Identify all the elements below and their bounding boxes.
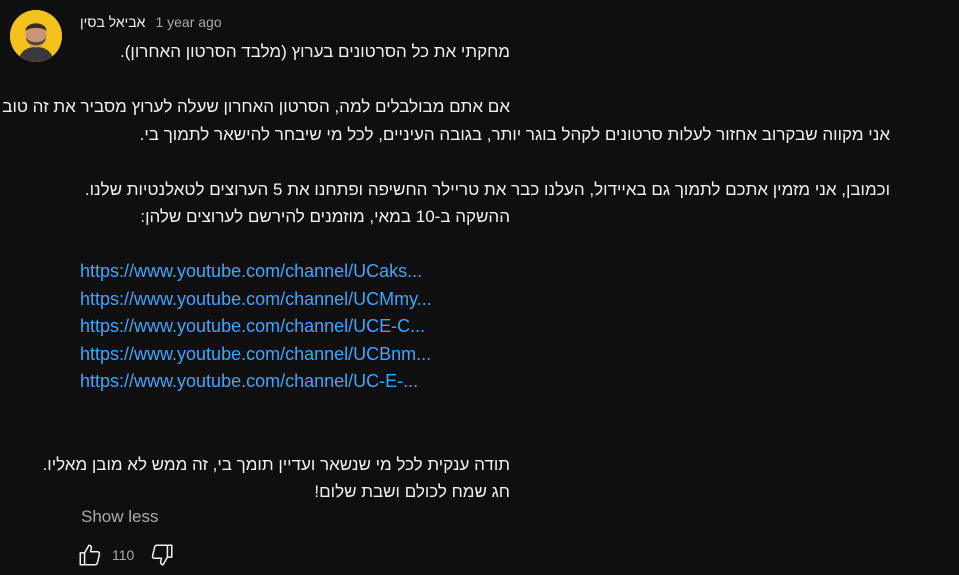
- thumb-up-icon: [79, 544, 101, 566]
- comment-line: ההשקה ב-10 במאי, מוזמנים להירשם לערוצים …: [140, 207, 510, 226]
- channel-link[interactable]: https://www.youtube.com/channel/UCE-C...: [80, 313, 510, 341]
- show-less-button[interactable]: Show less: [81, 507, 158, 527]
- comment-line: חג שמח לכולם ושבת שלום!: [314, 482, 510, 502]
- like-count: 110: [112, 547, 135, 563]
- comment-header: אביאל בסין 1 year ago: [80, 12, 222, 32]
- channel-link[interactable]: https://www.youtube.com/channel/UCBnm...: [80, 341, 510, 369]
- channel-link[interactable]: https://www.youtube.com/channel/UCaks...: [80, 258, 510, 286]
- comment-timestamp[interactable]: 1 year ago: [155, 14, 221, 30]
- comment-line: אני מקווה שבקרוב אחזור לעלות סרטונים לקה…: [139, 124, 890, 144]
- author-name[interactable]: אביאל בסין: [80, 14, 145, 30]
- avatar-image: [10, 10, 62, 62]
- channel-link[interactable]: https://www.youtube.com/channel/UCMmy...: [80, 286, 510, 314]
- channel-link[interactable]: https://www.youtube.com/channel/UC-E-...: [80, 368, 510, 396]
- avatar[interactable]: [10, 10, 62, 62]
- thumb-down-icon: [152, 544, 173, 566]
- comment-line: מחקתי את כל הסרטונים בערוץ (מלבד הסרטון …: [120, 42, 510, 61]
- comment-line: אם אתם מבולבלים למה, הסרטון האחרון שעלה …: [0, 97, 510, 116]
- comment-line: תודה ענקית לכל מי שנשאר ועדיין תומך בי, …: [42, 454, 510, 474]
- like-button[interactable]: [76, 541, 104, 569]
- comment-body: מחקתי את כל הסרטונים בערוץ (מלבד הסרטון …: [0, 38, 890, 506]
- comment-actions: 110: [76, 541, 176, 569]
- comment-line: וכמובן, אני מזמין אתכם לתמוך גם באיידול,…: [84, 179, 890, 199]
- dislike-button[interactable]: [148, 541, 176, 569]
